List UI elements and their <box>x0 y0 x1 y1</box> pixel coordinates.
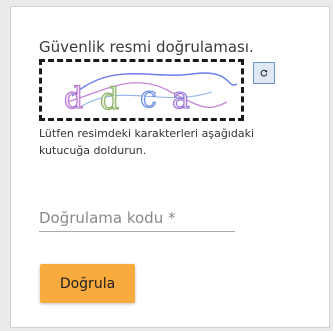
refresh-captcha-button[interactable] <box>253 62 275 84</box>
captcha-char-3: c <box>140 80 157 115</box>
captcha-char-1: d <box>64 81 83 116</box>
captcha-image: d d c a <box>39 59 244 121</box>
captcha-char-2: d <box>100 82 119 117</box>
refresh-icon <box>260 69 268 77</box>
captcha-dialog: Güvenlik resmi doğrulaması. d d c a Lütf… <box>10 6 330 328</box>
captcha-hint: Lütfen resimdeki karakterleri aşağıdaki … <box>39 127 255 157</box>
verification-code-input[interactable] <box>39 205 235 232</box>
verify-button[interactable]: Doğrula <box>40 264 135 303</box>
captcha-image-graphic: d d c a <box>63 72 238 118</box>
captcha-title: Güvenlik resmi doğrulaması. <box>39 38 254 56</box>
captcha-char-4: a <box>172 81 190 116</box>
